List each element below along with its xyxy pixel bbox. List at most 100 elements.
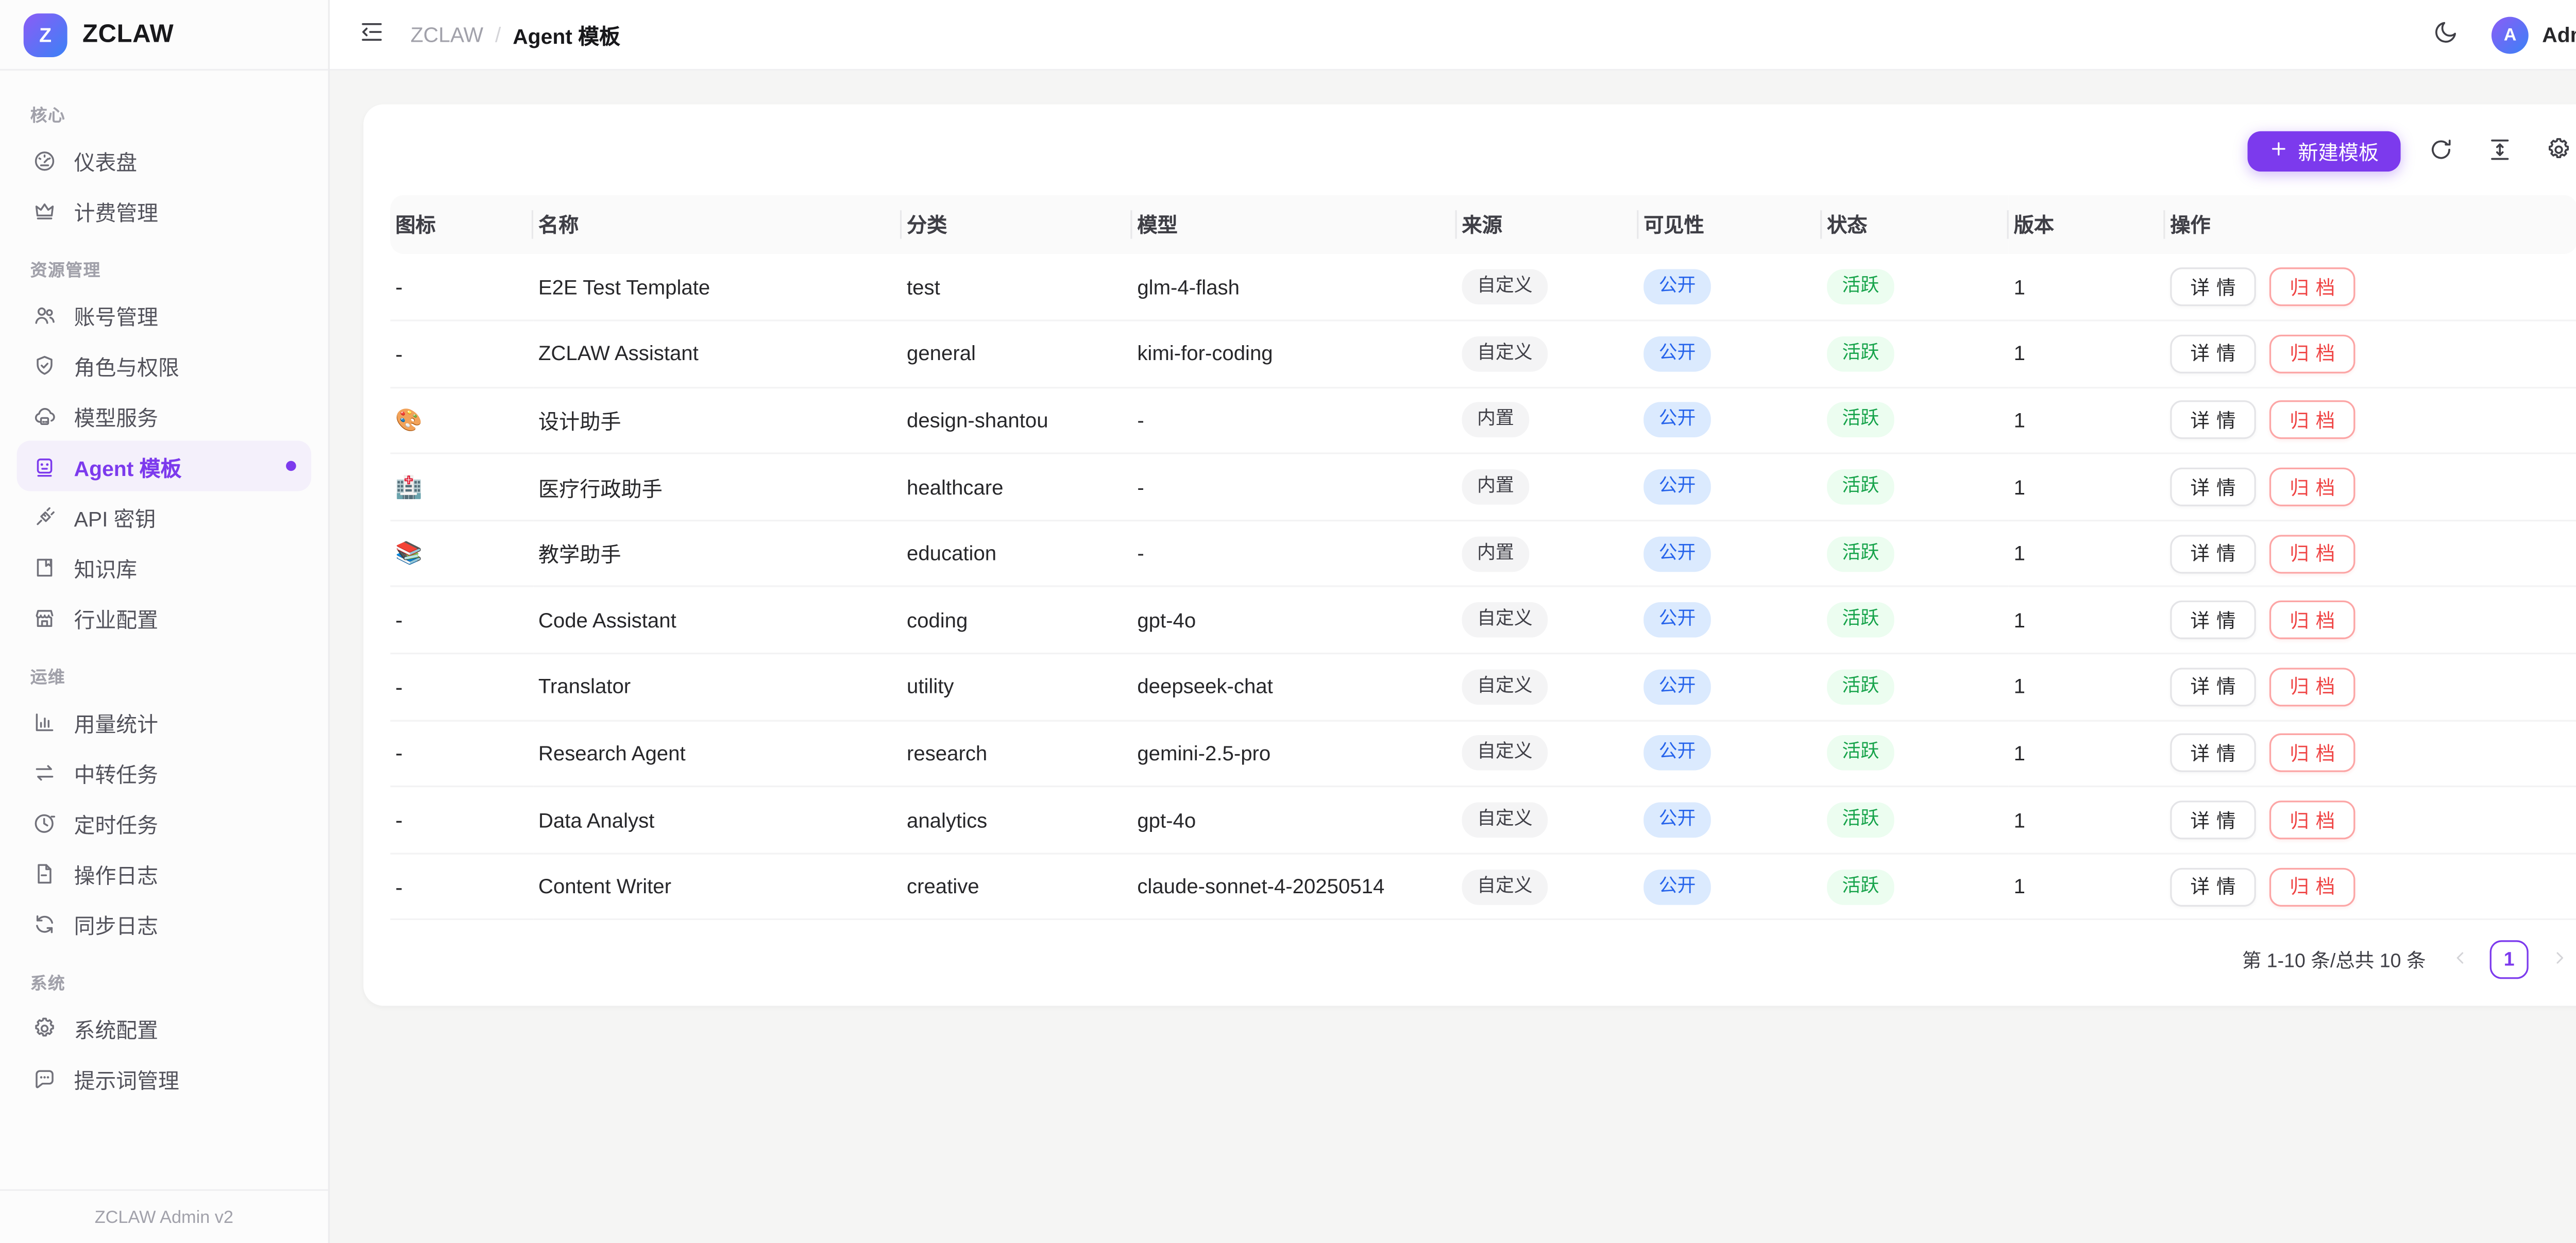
bar-chart-icon (32, 709, 57, 734)
cell-name: E2E Test Template (533, 254, 902, 320)
detail-button[interactable]: 详情 (2170, 334, 2256, 373)
cell-icon: - (391, 720, 534, 787)
app-window: Z ZCLAW 核心仪表盘计费管理资源管理账号管理角色与权限模型服务Agent … (0, 0, 2576, 1243)
cell-status: 活跃 (1822, 587, 2008, 653)
sidebar-item-shield-check[interactable]: 角色与权限 (17, 340, 311, 390)
row-actions: 详情归档 (2170, 401, 2564, 440)
sidebar-item-file-text[interactable]: 操作日志 (17, 848, 311, 898)
cell-version: 1 (2009, 720, 2165, 787)
detail-button[interactable]: 详情 (2170, 401, 2256, 440)
active-dot (286, 461, 296, 471)
sidebar-item-crown[interactable]: 计费管理 (17, 185, 311, 235)
archive-button[interactable]: 归档 (2269, 468, 2355, 506)
visibility-badge: 公开 (1643, 403, 1711, 438)
sidebar-collapse-button[interactable] (353, 16, 391, 53)
prev-page-button[interactable] (2444, 942, 2475, 979)
cell-source: 自定义 (1457, 254, 1639, 320)
breadcrumb-root[interactable]: ZCLAW (411, 23, 483, 46)
cell-icon: - (391, 587, 534, 653)
visibility-badge: 公开 (1643, 603, 1711, 638)
archive-button[interactable]: 归档 (2269, 601, 2355, 640)
cell-actions: 详情归档 (2165, 854, 2576, 920)
sidebar-item-users[interactable]: 账号管理 (17, 290, 311, 340)
sidebar-item-clock[interactable]: 定时任务 (17, 797, 311, 848)
table-settings-button[interactable] (2540, 133, 2576, 170)
sidebar-item-label: 系统配置 (74, 1012, 158, 1044)
archive-button[interactable]: 归档 (2269, 668, 2355, 706)
robot-icon (32, 453, 57, 479)
next-page-button[interactable] (2544, 942, 2574, 979)
detail-button[interactable]: 详情 (2170, 468, 2256, 506)
cell-icon: - (391, 854, 534, 920)
detail-button[interactable]: 详情 (2170, 734, 2256, 773)
cell-visibility: 公开 (1638, 387, 1822, 454)
archive-button[interactable]: 归档 (2269, 801, 2355, 839)
cell-category: utility (902, 654, 1132, 720)
cell-source: 自定义 (1457, 654, 1639, 720)
sidebar-item-bar-chart[interactable]: 用量统计 (17, 696, 311, 747)
detail-button[interactable]: 详情 (2170, 801, 2256, 839)
sidebar-item-book[interactable]: 知识库 (17, 541, 311, 592)
detail-button[interactable]: 详情 (2170, 267, 2256, 306)
archive-button[interactable]: 归档 (2269, 334, 2355, 373)
sidebar-item-store[interactable]: 行业配置 (17, 592, 311, 642)
table-row: 📚教学助手education-内置公开活跃1详情归档 (391, 520, 2576, 587)
templates-table: 图标名称分类模型来源可见性状态版本操作 -E2E Test Templatete… (391, 195, 2576, 921)
source-badge: 自定义 (1462, 736, 1548, 771)
sidebar-item-message[interactable]: 提示词管理 (17, 1053, 311, 1103)
sidebar-item-plug[interactable]: API 密钥 (17, 491, 311, 541)
cell-actions: 详情归档 (2165, 520, 2576, 587)
detail-button[interactable]: 详情 (2170, 668, 2256, 706)
theme-toggle-button[interactable] (2428, 16, 2465, 53)
cell-version: 1 (2009, 320, 2165, 387)
reload-icon (2428, 135, 2454, 167)
status-badge: 活跃 (1827, 403, 1894, 438)
column-header: 可见性 (1638, 195, 1822, 254)
column-header: 状态 (1822, 195, 2008, 254)
cell-visibility: 公开 (1638, 854, 1822, 920)
cell-model: kimi-for-coding (1132, 320, 1457, 387)
detail-button[interactable]: 详情 (2170, 867, 2256, 906)
detail-button[interactable]: 详情 (2170, 601, 2256, 640)
cell-model: glm-4-flash (1132, 254, 1457, 320)
page-1-button[interactable]: 1 (2490, 941, 2529, 980)
cell-visibility: 公开 (1638, 320, 1822, 387)
table-row: -E2E Test Templatetestglm-4-flash自定义公开活跃… (391, 254, 2576, 320)
row-density-button[interactable] (2481, 133, 2518, 170)
sidebar-item-gear[interactable]: 系统配置 (17, 1002, 311, 1053)
cell-category: research (902, 720, 1132, 787)
cloud-server-icon (32, 403, 57, 428)
gear-icon (32, 1015, 57, 1041)
users-icon (32, 302, 57, 327)
table-row: -ZCLAW Assistantgeneralkimi-for-coding自定… (391, 320, 2576, 387)
archive-button[interactable]: 归档 (2269, 867, 2355, 906)
cell-status: 活跃 (1822, 520, 2008, 587)
detail-button[interactable]: 详情 (2170, 534, 2256, 573)
sidebar-item-robot[interactable]: Agent 模板 (17, 441, 311, 491)
visibility-badge: 公开 (1643, 669, 1711, 705)
sidebar-item-gauge[interactable]: 仪表盘 (17, 134, 311, 185)
sidebar-item-label: 操作日志 (74, 857, 158, 889)
topbar: ZCLAW / Agent 模板 A Admin (330, 0, 2576, 71)
archive-button[interactable]: 归档 (2269, 267, 2355, 306)
sidebar-item-cloud-server[interactable]: 模型服务 (17, 390, 311, 441)
sidebar-item-label: 角色与权限 (74, 349, 179, 381)
visibility-badge: 公开 (1643, 536, 1711, 572)
archive-button[interactable]: 归档 (2269, 734, 2355, 773)
cell-source: 自定义 (1457, 854, 1639, 920)
source-badge: 自定义 (1462, 803, 1548, 838)
brand-title: ZCLAW (82, 20, 174, 49)
sidebar-item-sync[interactable]: 同步日志 (17, 898, 311, 949)
cell-icon: - (391, 654, 534, 720)
row-actions: 详情归档 (2170, 334, 2564, 373)
sidebar-item-label: Agent 模板 (74, 450, 182, 482)
refresh-button[interactable] (2422, 133, 2460, 170)
cell-category: healthcare (902, 454, 1132, 520)
user-menu[interactable]: A Admin (2492, 16, 2576, 53)
archive-button[interactable]: 归档 (2269, 401, 2355, 440)
sidebar-item-swap[interactable]: 中转任务 (17, 747, 311, 797)
stage: Z ZCLAW 核心仪表盘计费管理资源管理账号管理角色与权限模型服务Agent … (0, 0, 2576, 1243)
archive-button[interactable]: 归档 (2269, 534, 2355, 573)
new-template-button[interactable]: 新建模板 (2247, 131, 2400, 172)
status-badge: 活跃 (1827, 469, 1894, 505)
